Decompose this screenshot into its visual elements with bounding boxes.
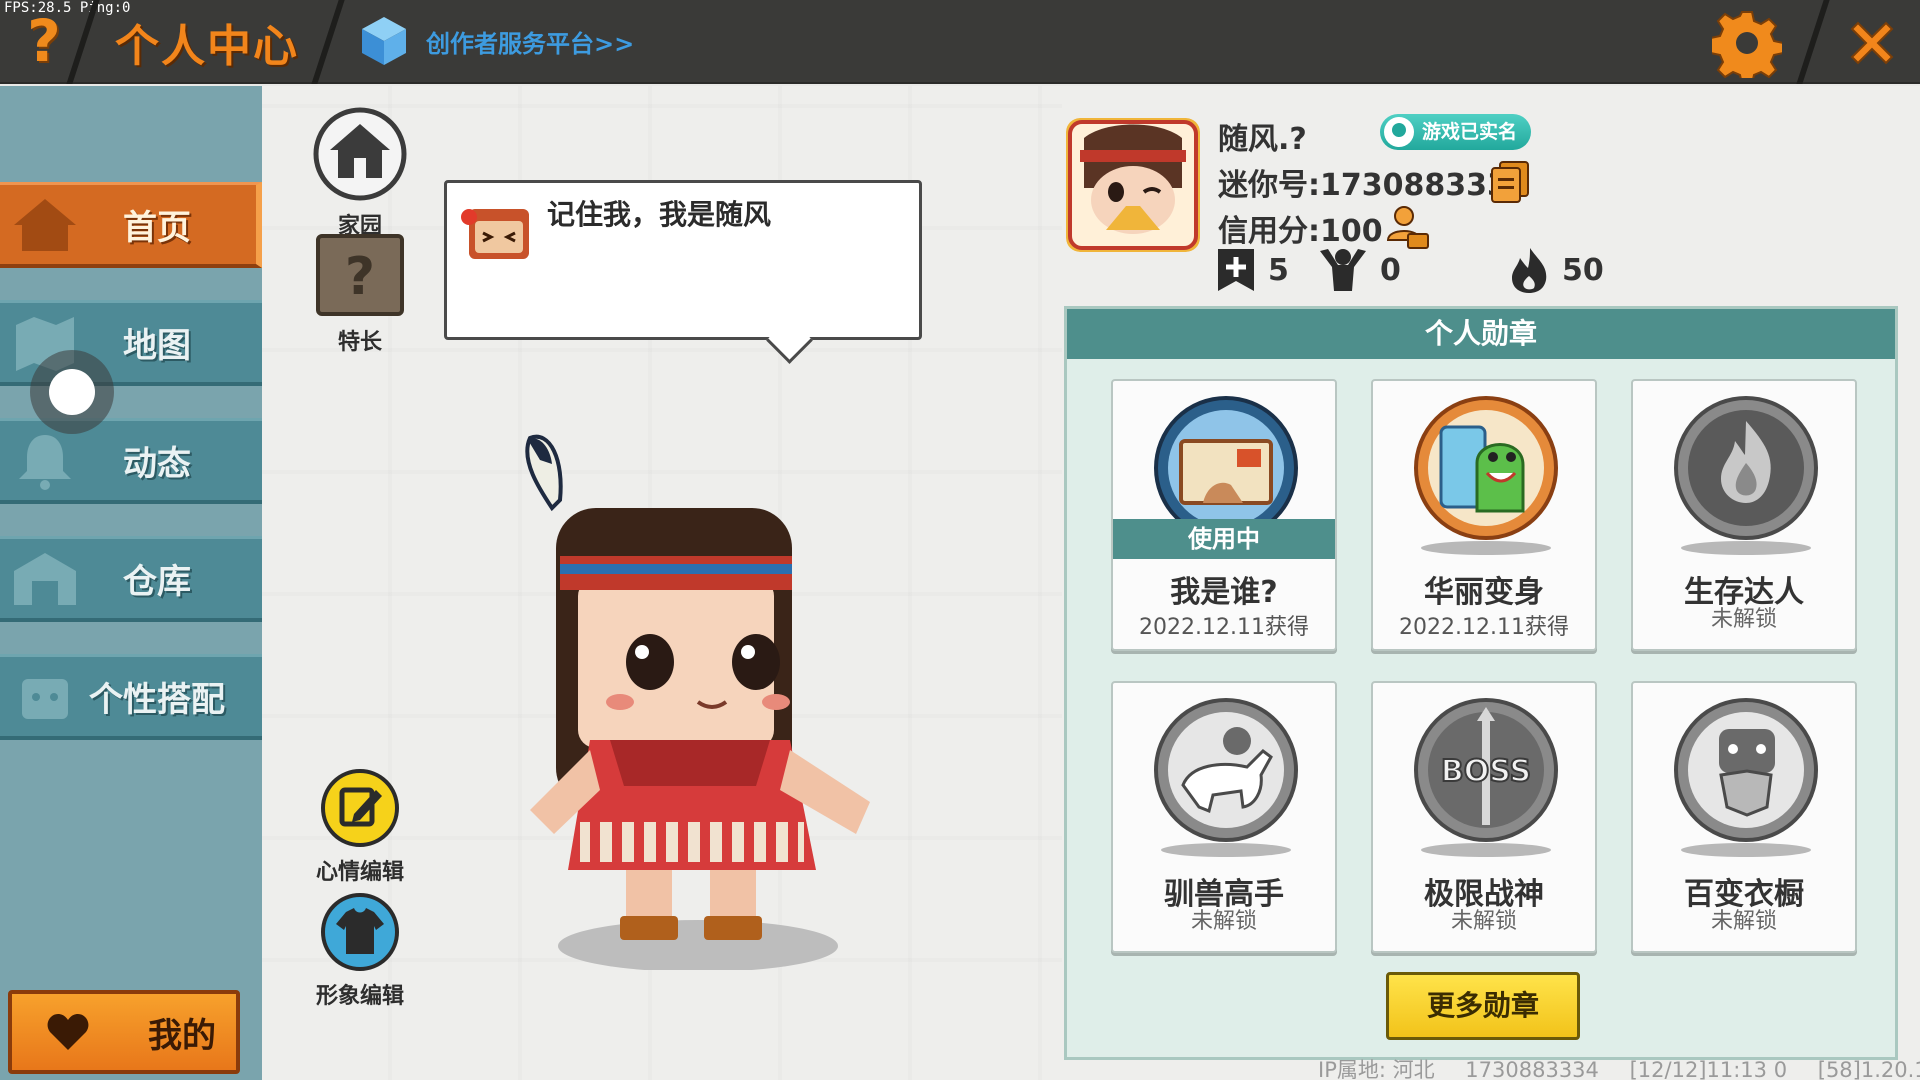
footer-version: [58]1.20.10	[1817, 1058, 1920, 1080]
sidebar-item-outfit[interactable]: 个性搭配	[0, 654, 262, 740]
close-icon	[1850, 21, 1894, 65]
close-button[interactable]	[1836, 8, 1908, 78]
campfire-medal-icon	[1674, 396, 1818, 540]
top-bar: FPS:28.5 Ping:0 ? 个人中心 创作者服务平台>>	[0, 0, 1920, 84]
question-mark-icon: ?	[27, 7, 61, 75]
fans-count: 0	[1380, 252, 1401, 288]
medal-name: 华丽变身	[1424, 575, 1544, 610]
mine-label: 我的	[148, 1015, 216, 1056]
medal-card-survival-expert[interactable]: 生存达人 未解锁	[1631, 379, 1857, 651]
specialty-button[interactable]: ? 特长	[305, 232, 415, 356]
credit-score: 信用分:100	[1218, 214, 1383, 249]
medal-locked-text: 未解锁	[1710, 909, 1777, 934]
medal-obtained-date: 2022.12.11获得	[1399, 615, 1569, 640]
fans-stat[interactable]: 0	[1318, 246, 1401, 294]
heart-icon	[47, 1014, 89, 1050]
medal-panel-header: 个人勋章	[1067, 309, 1895, 359]
footer-time: [12/12]11:13 0	[1629, 1058, 1788, 1080]
medal-shadow	[1421, 843, 1551, 857]
house-icon	[14, 198, 76, 251]
divider	[311, 0, 345, 84]
medal-locked-text: 未解锁	[1190, 909, 1257, 934]
help-button[interactable]: ?	[14, 7, 74, 75]
likes-count: 5	[1268, 252, 1289, 288]
sidebar-item-home[interactable]: 首页	[0, 182, 262, 268]
home-garden-button[interactable]: 家园	[305, 106, 415, 240]
mood-edit-button[interactable]: 心情编辑	[305, 768, 415, 886]
copy-icon[interactable]	[1490, 160, 1530, 204]
avatar[interactable]	[1066, 118, 1200, 252]
heat-count: 50	[1562, 252, 1604, 288]
bell-icon	[19, 434, 71, 490]
medal-name: 我是谁?	[1170, 575, 1278, 610]
cube-icon	[362, 17, 406, 65]
heat-stat[interactable]: 50	[1508, 246, 1604, 294]
shirt-icon	[321, 893, 399, 971]
appearance-edit-label: 形象编辑	[315, 984, 404, 1009]
mystery-box-icon: ?	[316, 234, 404, 316]
footer-uid: 1730883334	[1465, 1058, 1599, 1080]
sidebar: 首页 地图 动态 仓库 个性搭配	[0, 86, 262, 1080]
medal-panel: 个人勋章 使用中 我是谁? 2022.12.11获得 华丽变身 2022.12.…	[1064, 306, 1898, 1060]
joystick-knob	[49, 369, 95, 415]
svg-text:BOSS: BOSS	[1441, 754, 1531, 789]
cheering-person-icon	[1320, 249, 1366, 291]
dinosaur-mirror-medal-icon	[1414, 396, 1558, 540]
verified-badge: 游戏已实名	[1380, 114, 1532, 150]
creator-platform-text: 创作者服务平台>>	[426, 29, 635, 58]
medal-locked-text: 未解锁	[1710, 607, 1777, 632]
outfit-icon	[22, 678, 68, 719]
sidebar-item-label: 仓库	[123, 562, 191, 602]
mood-edit-label: 心情编辑	[315, 860, 404, 885]
sidebar-item-warehouse[interactable]: 仓库	[0, 536, 262, 622]
floating-joystick[interactable]	[30, 350, 114, 434]
likes-stat[interactable]: 5	[1216, 246, 1289, 294]
page-title: 个人中心	[115, 21, 299, 72]
medal-card-who-am-i[interactable]: 使用中 我是谁? 2022.12.11获得	[1111, 379, 1337, 651]
home-garden-icon	[313, 107, 407, 201]
sidebar-item-label: 地图	[123, 326, 191, 366]
medal-card-wardrobe[interactable]: 百变衣橱 未解锁	[1631, 681, 1857, 953]
medal-in-use-badge: 使用中	[1113, 519, 1335, 559]
medal-card-beast-tamer[interactable]: 驯兽高手 未解锁	[1111, 681, 1337, 953]
mine-button[interactable]: 我的	[8, 990, 240, 1074]
specialty-label: 特长	[337, 330, 382, 355]
player-character-model[interactable]	[460, 430, 880, 970]
edit-pencil-icon	[321, 769, 399, 847]
ip-location: IP属地: 河北	[1318, 1058, 1435, 1080]
speech-bubble[interactable]: 记住我，我是随风	[444, 180, 922, 340]
plus-badge-icon	[1218, 249, 1254, 291]
gear-icon[interactable]	[1712, 8, 1782, 78]
more-medals-button[interactable]: 更多勋章	[1386, 972, 1580, 1040]
creator-platform-link[interactable]: 创作者服务平台>>	[360, 12, 634, 70]
armored-creature-medal-icon	[1674, 698, 1818, 842]
medal-locked-text: 未解锁	[1450, 909, 1517, 934]
flame-icon	[1512, 248, 1547, 293]
mini-avatar-icon	[461, 209, 529, 259]
footer-info: IP属地: 河北 1730883334 [12/12]11:13 0 [58]1…	[1318, 1054, 1920, 1080]
svg-text:?: ?	[345, 247, 375, 307]
medal-shadow	[1681, 843, 1811, 857]
warehouse-icon	[14, 552, 76, 605]
username: 随风.?	[1218, 122, 1307, 157]
medal-obtained-date: 2022.12.11获得	[1139, 615, 1309, 640]
boss-sword-medal-icon: BOSS	[1414, 698, 1558, 842]
medal-shadow	[1421, 541, 1551, 555]
medal-card-ultimate-warrior[interactable]: BOSS 极限战神 未解锁	[1371, 681, 1597, 953]
mini-id: 迷你号:1730883334	[1218, 168, 1529, 203]
rider-medal-icon	[1154, 698, 1298, 842]
credit-user-icon[interactable]	[1384, 204, 1430, 250]
medal-shadow	[1681, 541, 1811, 555]
appearance-edit-button[interactable]: 形象编辑	[305, 892, 415, 1010]
medal-shadow	[1161, 843, 1291, 857]
medal-card-gorgeous-transform[interactable]: 华丽变身 2022.12.11获得	[1371, 379, 1597, 651]
sidebar-item-label: 动态	[123, 444, 191, 484]
divider	[1796, 0, 1830, 84]
sidebar-item-feed[interactable]: 动态	[0, 418, 262, 504]
speech-bubble-text: 记住我，我是随风	[547, 198, 772, 231]
sidebar-item-label: 首页	[123, 208, 191, 248]
sidebar-item-label: 个性搭配	[89, 680, 225, 720]
